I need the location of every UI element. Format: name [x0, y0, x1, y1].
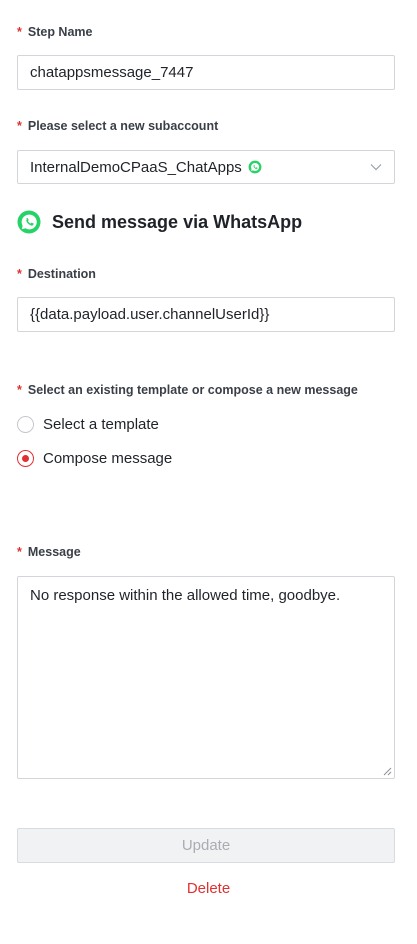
- message-value: No response within the allowed time, goo…: [30, 587, 341, 604]
- subaccount-label-text: Please select a new subaccount: [27, 119, 219, 133]
- message-label-text: Message: [27, 545, 81, 559]
- radio-label: Compose message: [43, 450, 173, 467]
- step-name-input[interactable]: chatappsmessage_7447: [17, 55, 395, 90]
- message-mode-label: * Select an existing template or compose …: [17, 383, 358, 397]
- destination-label: * Destination: [17, 267, 96, 281]
- whatsapp-icon: [17, 210, 41, 234]
- message-textarea[interactable]: No response within the allowed time, goo…: [17, 576, 395, 779]
- required-mark: *: [17, 267, 22, 281]
- step-name-value: chatappsmessage_7447: [30, 64, 194, 81]
- subaccount-select[interactable]: InternalDemoCPaaS_ChatApps: [17, 150, 395, 184]
- subaccount-selected: InternalDemoCPaaS_ChatApps: [30, 159, 262, 176]
- required-mark: *: [17, 545, 22, 559]
- delete-button[interactable]: Delete: [0, 880, 417, 897]
- destination-label-text: Destination: [27, 267, 96, 281]
- step-name-label-text: Step Name: [27, 25, 93, 39]
- radio-select-template[interactable]: Select a template: [17, 416, 159, 433]
- section-title: Send message via WhatsApp: [52, 211, 303, 232]
- destination-input[interactable]: {{data.payload.user.channelUserId}}: [17, 297, 395, 332]
- radio-compose-message[interactable]: Compose message: [17, 450, 172, 467]
- radio-button[interactable]: [17, 416, 34, 433]
- message-label: * Message: [17, 545, 81, 559]
- radio-button-checked[interactable]: [17, 450, 34, 467]
- required-mark: *: [17, 383, 22, 397]
- section-header: Send message via WhatsApp: [17, 210, 302, 234]
- required-mark: *: [17, 25, 22, 39]
- resize-grip-icon[interactable]: [383, 767, 392, 776]
- message-mode-label-text: Select an existing template or compose a…: [27, 383, 358, 397]
- required-mark: *: [17, 119, 22, 133]
- update-button[interactable]: Update: [17, 828, 395, 863]
- subaccount-label: * Please select a new subaccount: [17, 119, 218, 133]
- chevron-down-icon[interactable]: [370, 163, 382, 171]
- subaccount-selected-value: InternalDemoCPaaS_ChatApps: [30, 158, 242, 176]
- step-name-label: * Step Name: [17, 25, 92, 39]
- whatsapp-icon: [248, 160, 262, 174]
- radio-label: Select a template: [43, 416, 159, 433]
- destination-value: {{data.payload.user.channelUserId}}: [30, 306, 270, 323]
